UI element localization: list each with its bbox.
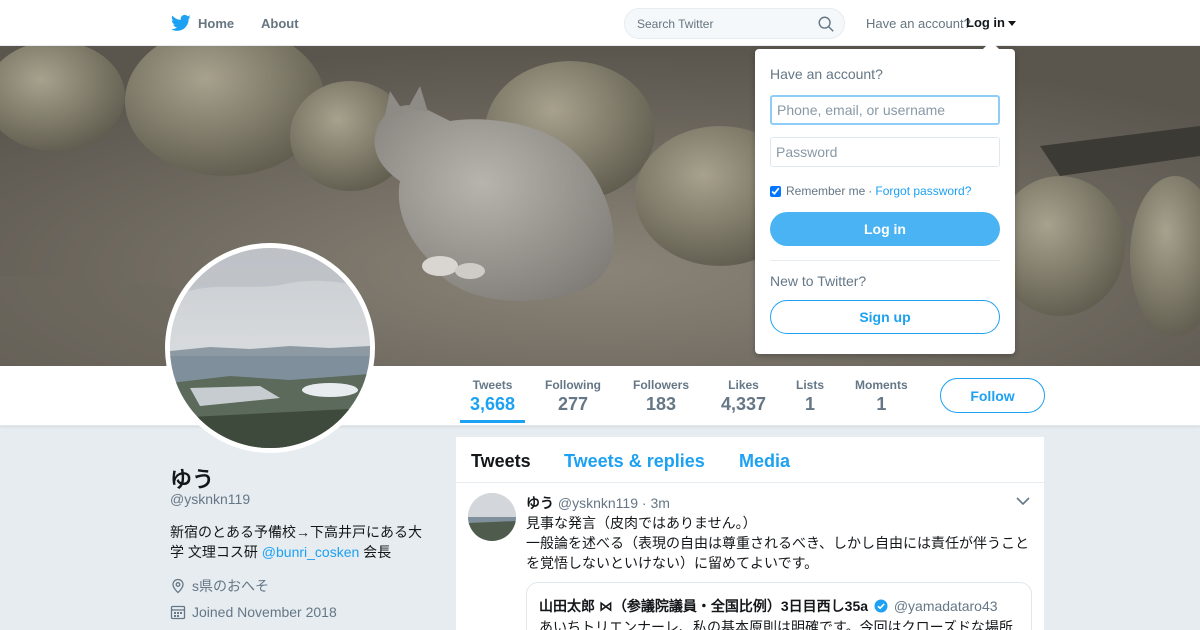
have-account-text: Have an account?	[866, 16, 971, 31]
stat-value: 1	[876, 394, 887, 414]
remember-me-label[interactable]: Remember me	[786, 184, 865, 198]
username-field[interactable]	[770, 95, 1000, 125]
twitter-bird-icon	[171, 14, 191, 31]
chevron-down-icon	[1008, 21, 1016, 27]
bio-mention-link[interactable]: @bunri_cosken	[262, 544, 360, 560]
profile-joined: Joined November 2018	[170, 604, 337, 620]
profile-avatar[interactable]	[165, 243, 375, 453]
quoted-tweet-header: 山田太郎 ⋈（参議院議員・全国比例）3日目西し35a @yamadataro43	[539, 596, 998, 616]
avatar-image	[170, 248, 370, 448]
stat-moments[interactable]: Moments 1	[855, 378, 908, 415]
login-dropdown-toggle[interactable]: Log in	[966, 15, 1016, 30]
timeline-tabs: Tweets Tweets & replies Media	[456, 437, 1044, 483]
top-navigation: Home About Have an account? Log in	[0, 0, 1200, 46]
quoted-tweet-text: あいちトリエンナーレ、私の基本原則は明確です。今回はクローズドな場所	[539, 619, 1013, 630]
stat-following[interactable]: Following 277	[545, 378, 601, 415]
stat-value: 4,337	[721, 394, 767, 414]
stat-value: 277	[557, 394, 589, 414]
search-icon[interactable]	[817, 15, 835, 33]
joined-text: Joined November 2018	[192, 604, 337, 620]
login-button[interactable]: Log in	[770, 212, 1000, 246]
new-to-twitter-text: New to Twitter?	[770, 273, 867, 289]
bio-suffix: 会長	[359, 544, 392, 560]
stat-likes[interactable]: Likes 4,337	[721, 378, 766, 415]
tab-media[interactable]: Media	[739, 451, 790, 472]
tweet-timestamp[interactable]: · 3m	[642, 495, 670, 511]
separator-dot: ·	[868, 184, 873, 198]
tweet-header: ゆう @ysknkn119 · 3m	[526, 493, 670, 513]
nav-home-label: Home	[198, 15, 235, 31]
stat-value: 1	[805, 394, 816, 414]
quoted-author-name: 山田太郎 ⋈（参議院議員・全国比例）3日目西し35a	[539, 598, 869, 614]
tweet-text: 見事な発言（皮肉ではありません。） 一般論を述べる（表現の自由は尊重されるべき、…	[526, 515, 1030, 571]
tweet-avatar-image	[468, 493, 516, 541]
verified-badge-icon	[874, 599, 888, 613]
profile-handle[interactable]: @ysknkn119	[170, 491, 250, 507]
login-link-label: Log in	[966, 15, 1005, 30]
stat-label: Likes	[728, 378, 759, 392]
tweet-author-name[interactable]: ゆう	[526, 495, 554, 511]
login-dropdown: Have an account? Remember me · Forgot pa…	[755, 41, 1015, 354]
nav-about-link[interactable]: About	[261, 16, 299, 31]
stat-label: Following	[545, 378, 601, 392]
stat-lists[interactable]: Lists 1	[796, 378, 824, 415]
tab-tweets-and-replies[interactable]: Tweets & replies	[564, 451, 705, 472]
tab-tweets[interactable]: Tweets	[471, 451, 531, 472]
stat-tweets[interactable]: Tweets 3,668	[459, 378, 526, 423]
forgot-password-link[interactable]: Forgot password?	[875, 184, 971, 198]
search-box	[624, 8, 845, 39]
nav-home-link[interactable]: Home	[171, 13, 234, 33]
stat-label: Moments	[855, 378, 908, 392]
chevron-down-icon[interactable]	[1016, 496, 1030, 506]
quoted-author-handle: @yamadataro43	[893, 598, 998, 614]
stat-label: Lists	[796, 378, 825, 392]
login-dropdown-title: Have an account?	[770, 66, 883, 82]
profile-bio: 新宿のとある予備校→下高井戸にある大学 文理コス研 @bunri_cosken …	[170, 522, 432, 562]
stat-label: Tweets	[472, 378, 513, 392]
stat-followers[interactable]: Followers 183	[633, 378, 689, 415]
profile-name: ゆう	[170, 467, 215, 492]
profile-location: s県のおへそ	[170, 576, 269, 596]
signup-button[interactable]: Sign up	[770, 300, 1000, 334]
location-text: s県のおへそ	[192, 578, 269, 594]
follow-button[interactable]: Follow	[940, 378, 1045, 413]
remember-me-checkbox[interactable]	[770, 185, 781, 197]
location-pin-icon	[172, 578, 184, 594]
search-input[interactable]	[637, 17, 807, 31]
tweet-avatar[interactable]	[468, 493, 516, 541]
stat-value: 3,668	[470, 394, 516, 414]
password-field[interactable]	[770, 137, 1000, 167]
divider	[770, 260, 1000, 261]
tweet-author-handle[interactable]: @ysknkn119	[558, 495, 638, 511]
stat-label: Followers	[633, 378, 690, 392]
quoted-tweet[interactable]: 山田太郎 ⋈（参議院議員・全国比例）3日目西し35a @yamadataro43…	[526, 582, 1032, 630]
remember-row: Remember me · Forgot password?	[770, 184, 971, 198]
stat-value: 183	[645, 394, 677, 414]
calendar-icon	[170, 605, 186, 620]
